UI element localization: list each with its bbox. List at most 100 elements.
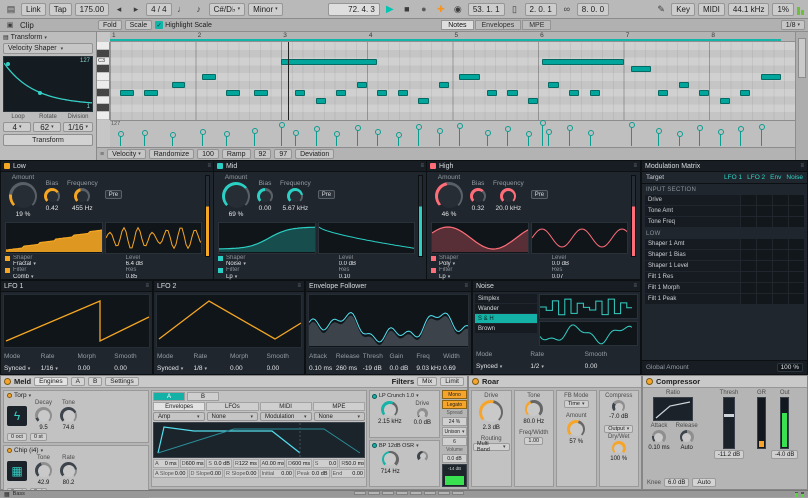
knob-value[interactable]: 80.2 — [63, 480, 75, 486]
midi-note[interactable] — [590, 90, 600, 96]
param-selector[interactable]: Noise — [226, 261, 336, 267]
loop-length-field[interactable]: 8. 0. 0 — [577, 3, 609, 16]
randomize-button[interactable]: Randomize — [149, 149, 194, 159]
tab-midi[interactable]: MIDI — [260, 402, 312, 411]
midi-note[interactable] — [281, 59, 377, 65]
unison-selector[interactable]: Unison — [442, 427, 467, 436]
param-value[interactable]: 0.10 — [339, 274, 423, 280]
tab-mpe[interactable]: MPE — [313, 402, 365, 411]
knob[interactable] — [60, 407, 77, 424]
param-value[interactable]: 0.00 — [230, 365, 265, 372]
env-param[interactable]: Peak0.0 dB — [295, 469, 330, 478]
amount-value[interactable]: 69 % — [229, 211, 244, 218]
tab-b[interactable]: B — [88, 377, 102, 386]
freq-width-value[interactable]: 1.00 — [524, 437, 543, 445]
engine-name[interactable]: Torp — [14, 392, 31, 399]
midi-note[interactable] — [336, 90, 346, 96]
fold-button[interactable]: Fold — [98, 20, 122, 30]
matrix-cell[interactable] — [757, 250, 772, 260]
tap-tempo-button[interactable]: Tap — [49, 3, 72, 16]
matrix-source-lfo2[interactable]: LFO 2 — [747, 174, 765, 181]
param-value[interactable]: -19 dB — [363, 365, 388, 372]
auto-release-button[interactable]: Auto — [692, 478, 715, 487]
param-value[interactable]: 1/2 — [530, 363, 582, 370]
env-param[interactable]: R122 ms — [233, 459, 259, 468]
frequency-knob[interactable] — [500, 188, 516, 204]
clip-tab[interactable]: ▣ Clip — [3, 19, 95, 32]
param-value[interactable]: 0.07 — [552, 274, 636, 280]
enable-toggle[interactable] — [218, 256, 223, 261]
white-key[interactable] — [97, 112, 109, 120]
filter-drive-value[interactable]: 0.0 dB — [414, 420, 431, 426]
param-value[interactable]: 0.10 ms — [309, 365, 334, 372]
midi-note[interactable] — [740, 90, 750, 96]
midi-note[interactable] — [569, 90, 579, 96]
filter-drive-knob[interactable] — [417, 408, 428, 419]
param-value[interactable]: Synced — [476, 363, 528, 370]
enable-toggle[interactable] — [5, 256, 10, 261]
white-key[interactable] — [97, 73, 109, 81]
env2-route-selector[interactable]: None — [314, 412, 366, 421]
engine-name[interactable]: Chip (i4) — [14, 447, 43, 454]
matrix-cell[interactable] — [789, 294, 804, 304]
record-button[interactable]: ● — [417, 3, 431, 16]
key-map-button[interactable]: Key — [671, 3, 695, 16]
matrix-cell[interactable] — [789, 206, 804, 216]
tab-mpe[interactable]: MPE — [522, 20, 551, 30]
editor-scrollbar[interactable] — [795, 32, 808, 160]
black-key[interactable] — [97, 89, 109, 97]
matrix-cell[interactable] — [741, 294, 756, 304]
knob-value[interactable]: 9.5 — [39, 425, 47, 431]
band-menu-icon[interactable]: ≡ — [633, 163, 637, 169]
draw-mode-icon[interactable]: ✎ — [654, 3, 668, 16]
bias-value[interactable]: 0.32 — [472, 205, 485, 212]
black-key[interactable] — [97, 104, 109, 112]
matrix-cell[interactable] — [789, 272, 804, 282]
matrix-cell[interactable] — [757, 272, 772, 282]
midi-note[interactable] — [548, 82, 558, 88]
bias-value[interactable]: 0.00 — [259, 205, 272, 212]
clip-slot[interactable] — [438, 491, 450, 495]
amount-value[interactable]: 19 % — [16, 211, 31, 218]
voices-value[interactable]: 6 — [442, 437, 467, 446]
frequency-value[interactable]: 455 Hz — [72, 205, 93, 212]
matrix-cell[interactable] — [773, 294, 788, 304]
tone-value[interactable]: 80.0 Hz — [523, 419, 544, 425]
velocity-lane[interactable]: 127 — [110, 120, 795, 147]
matrix-cell[interactable] — [789, 261, 804, 271]
tab-settings[interactable]: Settings — [105, 377, 139, 386]
velocity-marker[interactable] — [542, 124, 543, 146]
loop-region[interactable] — [110, 39, 781, 41]
clip-slot[interactable] — [396, 491, 408, 495]
matrix-cell[interactable] — [773, 250, 788, 260]
engine-selector[interactable]: Torp — [7, 392, 145, 399]
param-value[interactable]: 0.00 — [585, 363, 637, 370]
velocity-marker[interactable] — [254, 132, 255, 146]
frequency-value[interactable]: 20.0 kHz — [496, 205, 522, 212]
param-value[interactable]: 1/16 — [41, 365, 76, 372]
matrix-cell[interactable] — [789, 217, 804, 227]
highlight-scale-checkbox[interactable]: ✓ Highlight Scale — [155, 21, 212, 29]
transform-param-division[interactable]: 1/16 — [63, 122, 93, 132]
param-value[interactable]: 260 ms — [336, 365, 361, 372]
scale-root-selector[interactable]: C#/D♭ — [209, 3, 246, 16]
filter-freq-knob[interactable] — [381, 401, 398, 418]
engine-selector[interactable]: Chip (i4) — [7, 447, 145, 454]
env2-target-selector[interactable]: Modulation — [260, 412, 312, 421]
env-param[interactable]: S0.0 — [313, 459, 339, 468]
velocity-marker[interactable] — [281, 126, 282, 146]
midi-note[interactable] — [699, 90, 709, 96]
stop-button[interactable]: ■ — [400, 3, 414, 16]
matrix-cell[interactable] — [757, 294, 772, 304]
velocity-marker[interactable] — [590, 134, 591, 146]
velocity-marker[interactable] — [720, 133, 721, 146]
param-value[interactable]: Synced — [4, 365, 39, 372]
velocity-marker[interactable] — [202, 133, 203, 146]
velocity-marker[interactable] — [357, 129, 358, 146]
legato-button[interactable]: Legato — [442, 400, 467, 409]
band-menu-icon[interactable]: ≡ — [207, 163, 211, 169]
matrix-cell[interactable] — [757, 283, 772, 293]
drive-knob[interactable] — [479, 400, 503, 424]
nudge-down-button[interactable]: ◂ — [112, 3, 126, 16]
velocity-marker[interactable] — [144, 134, 145, 146]
